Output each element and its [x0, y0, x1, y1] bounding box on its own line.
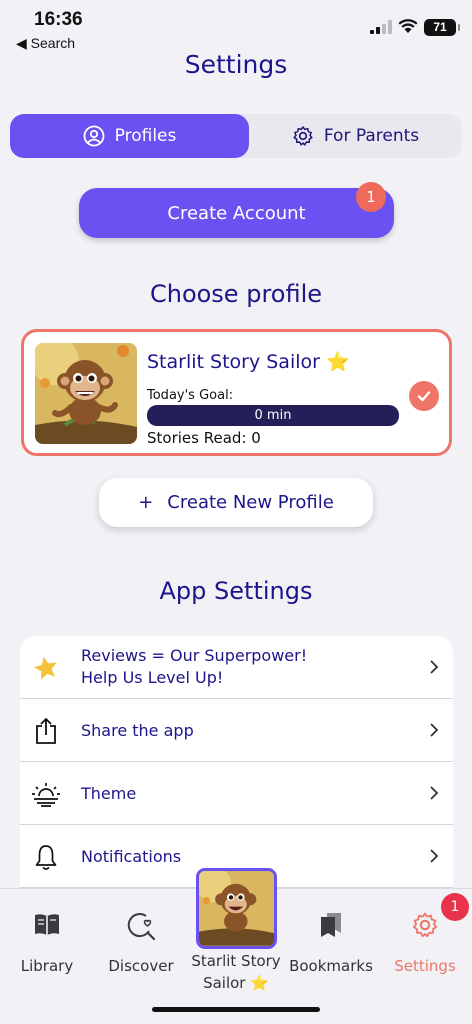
tab-profiles-label: Profiles: [114, 126, 177, 146]
create-new-profile-label: Create New Profile: [167, 492, 334, 513]
tab-profile-label-line2: Sailor ⭐: [203, 974, 269, 992]
battery-indicator: 71: [424, 19, 460, 36]
reviews-line-1: Reviews = Our Superpower!: [81, 646, 308, 665]
home-indicator: [152, 1007, 320, 1012]
status-time: 16:36: [34, 9, 83, 30]
tab-bookmarks[interactable]: Bookmarks: [284, 889, 378, 999]
create-account-label: Create Account: [167, 202, 306, 224]
todays-goal-label: Today's Goal:: [147, 388, 234, 403]
create-account-notification-badge: 1: [356, 182, 386, 212]
tab-profile-avatar[interactable]: [196, 868, 277, 949]
reviews-row-label: Reviews = Our Superpower! Help Us Level …: [81, 645, 307, 689]
tab-for-parents[interactable]: For Parents: [249, 114, 462, 158]
reviews-line-2: Help Us Level Up!: [81, 668, 224, 687]
share-icon: [32, 717, 60, 745]
tab-bookmarks-label: Bookmarks: [289, 957, 373, 975]
settings-row-reviews[interactable]: Reviews = Our Superpower! Help Us Level …: [20, 636, 453, 699]
todays-goal-progress-bar: 0 min: [147, 405, 399, 426]
tab-for-parents-label: For Parents: [323, 126, 420, 146]
tab-discover-label: Discover: [108, 957, 174, 975]
gear-icon: [293, 126, 313, 146]
discover-search-icon: [94, 911, 188, 941]
monkey-avatar-image: [35, 343, 137, 444]
settings-row-share[interactable]: Share the app: [20, 699, 453, 762]
create-new-profile-button[interactable]: + Create New Profile: [99, 478, 373, 527]
share-row-label: Share the app: [81, 721, 194, 740]
create-account-button[interactable]: Create Account: [79, 188, 394, 238]
chevron-right-icon: [430, 849, 439, 863]
choose-profile-heading: Choose profile: [149, 280, 323, 308]
theme-row-label: Theme: [81, 784, 137, 803]
book-icon: [0, 911, 94, 937]
status-bar: 16:36 ◀ Search 71: [0, 0, 472, 56]
settings-tab-notification-badge: 1: [441, 893, 469, 921]
settings-segmented-control: Profiles For Parents: [10, 114, 462, 158]
wifi-icon: [398, 19, 418, 33]
tab-discover[interactable]: Discover: [94, 889, 188, 999]
star-icon: [32, 654, 60, 682]
page-title: Settings: [184, 50, 288, 79]
bottom-tab-bar: Library Discover Starlit Story Sailor ⭐: [0, 868, 472, 1024]
cellular-signal-icon: [370, 20, 392, 34]
sun-icon: [32, 780, 60, 808]
tab-settings-label: Settings: [394, 957, 456, 975]
bookmarks-icon: [284, 911, 378, 939]
tab-profile-label-line1: Starlit Story: [191, 952, 281, 970]
app-settings-heading: App Settings: [159, 577, 313, 605]
notifications-row-label: Notifications: [81, 847, 182, 866]
settings-row-theme[interactable]: Theme: [20, 762, 453, 825]
stories-read-count: Stories Read: 0: [147, 429, 261, 447]
selected-check-icon: [409, 381, 439, 411]
tab-profiles[interactable]: Profiles: [10, 114, 249, 158]
chevron-right-icon: [430, 786, 439, 800]
profile-card[interactable]: Starlit Story Sailor ⭐ Today's Goal: 0 m…: [21, 329, 452, 456]
bell-icon: [32, 843, 60, 871]
profile-name: Starlit Story Sailor ⭐: [147, 351, 350, 373]
chevron-right-icon: [430, 660, 439, 674]
app-settings-list: Reviews = Our Superpower! Help Us Level …: [20, 636, 453, 896]
tab-library[interactable]: Library: [0, 889, 94, 999]
plus-icon: +: [138, 492, 154, 513]
user-circle-icon: [83, 125, 105, 147]
chevron-right-icon: [430, 723, 439, 737]
tab-library-label: Library: [20, 957, 74, 975]
tab-profile-label: Starlit Story Sailor ⭐: [186, 950, 286, 994]
